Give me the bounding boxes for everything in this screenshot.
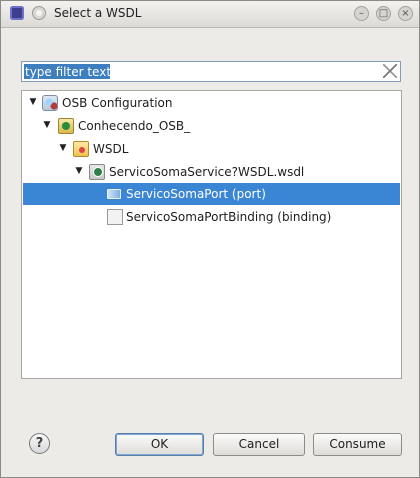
- consume-button[interactable]: Consume: [313, 433, 402, 456]
- dialog-message-area: [1, 28, 419, 48]
- maximize-icon[interactable]: □: [376, 6, 391, 21]
- window-menu-icon[interactable]: [32, 6, 46, 20]
- osb-configuration-icon: [42, 95, 58, 111]
- tree-item-label: Conhecendo_OSB_: [78, 119, 191, 133]
- tree-item-label: ServicoSomaPort (port): [126, 187, 266, 201]
- tree-item-label: ServicoSomaService?WSDL.wsdl: [109, 165, 305, 179]
- tree-item-osb-configuration[interactable]: ▼ OSB Configuration: [23, 92, 400, 114]
- expand-chevron-icon[interactable]: ▼: [58, 143, 68, 153]
- tree-item-binding[interactable]: ServicoSomaPortBinding (binding): [23, 206, 400, 228]
- tree-item-label: OSB Configuration: [62, 96, 173, 110]
- dialog-window: Select a WSDL – □ × ▼ OSB Configuration …: [0, 0, 420, 478]
- minimize-icon[interactable]: –: [354, 6, 369, 21]
- binding-icon: [107, 209, 123, 225]
- ok-button[interactable]: OK: [115, 433, 204, 456]
- help-button[interactable]: ?: [29, 433, 50, 454]
- port-icon: [107, 189, 121, 199]
- filter-input[interactable]: [25, 64, 365, 79]
- tree-item-label: ServicoSomaPortBinding (binding): [126, 210, 332, 224]
- close-icon[interactable]: ×: [398, 6, 413, 21]
- expand-chevron-icon[interactable]: ▼: [74, 166, 84, 176]
- wsdl-file-icon: [89, 164, 105, 180]
- tree-item-wsdl-folder[interactable]: ▼ WSDL: [23, 138, 400, 160]
- title-bar[interactable]: Select a WSDL – □ ×: [1, 1, 419, 28]
- expand-chevron-icon[interactable]: ▼: [42, 120, 52, 130]
- window-title: Select a WSDL: [54, 6, 142, 20]
- cancel-button[interactable]: Cancel: [213, 433, 305, 456]
- tree-item-project[interactable]: ▼ Conhecendo_OSB_: [23, 115, 400, 137]
- folder-icon: [73, 141, 89, 157]
- expand-chevron-icon[interactable]: ▼: [28, 97, 38, 107]
- wsdl-tree[interactable]: ▼ OSB Configuration ▼ Conhecendo_OSB_ ▼ …: [21, 90, 402, 379]
- eclipse-app-icon: [10, 6, 24, 20]
- project-icon: [58, 118, 74, 134]
- filter-field[interactable]: [21, 61, 401, 82]
- tree-item-wsdl-file[interactable]: ▼ ServicoSomaService?WSDL.wsdl: [23, 161, 400, 183]
- tree-item-port[interactable]: ServicoSomaPort (port): [23, 183, 400, 205]
- clear-filter-icon[interactable]: [383, 64, 397, 78]
- tree-item-label: WSDL: [93, 142, 129, 156]
